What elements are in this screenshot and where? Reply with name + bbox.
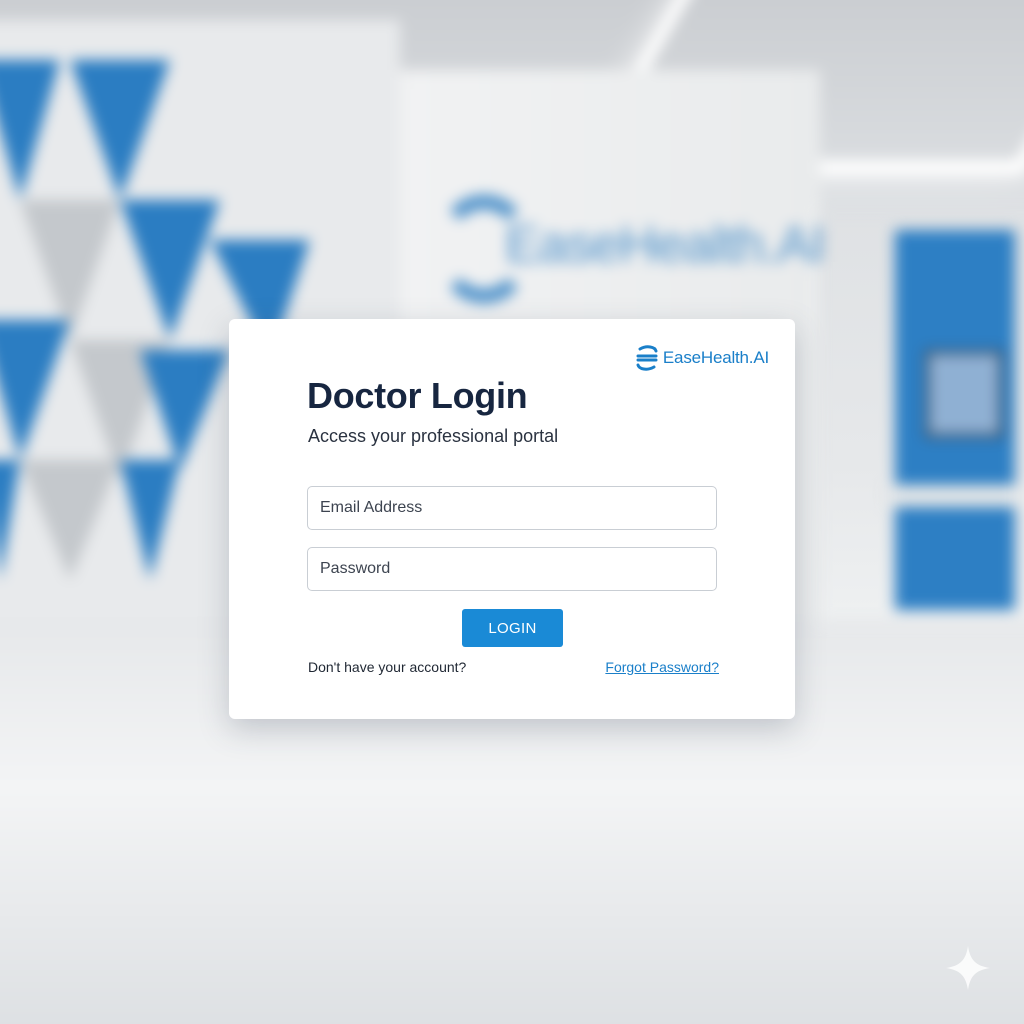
sparkle-icon	[946, 946, 990, 990]
hospital-lobby-scene: EaseHealth.AI EaseHealth.AI Doctor Login…	[0, 0, 1024, 1024]
login-card: EaseHealth.AI Doctor Login Access your p…	[229, 319, 795, 719]
password-field[interactable]	[307, 547, 717, 591]
page-title: Doctor Login	[307, 375, 528, 416]
brand-logo: EaseHealth.AI	[635, 345, 769, 371]
no-account-text: Don't have your account?	[308, 659, 467, 675]
wall-logo-text: EaseHealth.AI	[505, 216, 825, 274]
wall-stripe	[885, 485, 1015, 507]
page-subtitle: Access your professional portal	[308, 426, 559, 446]
forgot-password-link[interactable]: Forgot Password?	[605, 659, 719, 675]
wall-monitor	[925, 350, 1003, 438]
email-field[interactable]	[307, 486, 717, 530]
login-button[interactable]: LOGIN	[462, 609, 563, 647]
brand-name: EaseHealth.AI	[662, 348, 769, 367]
easehealth-logo-icon	[636, 345, 658, 371]
